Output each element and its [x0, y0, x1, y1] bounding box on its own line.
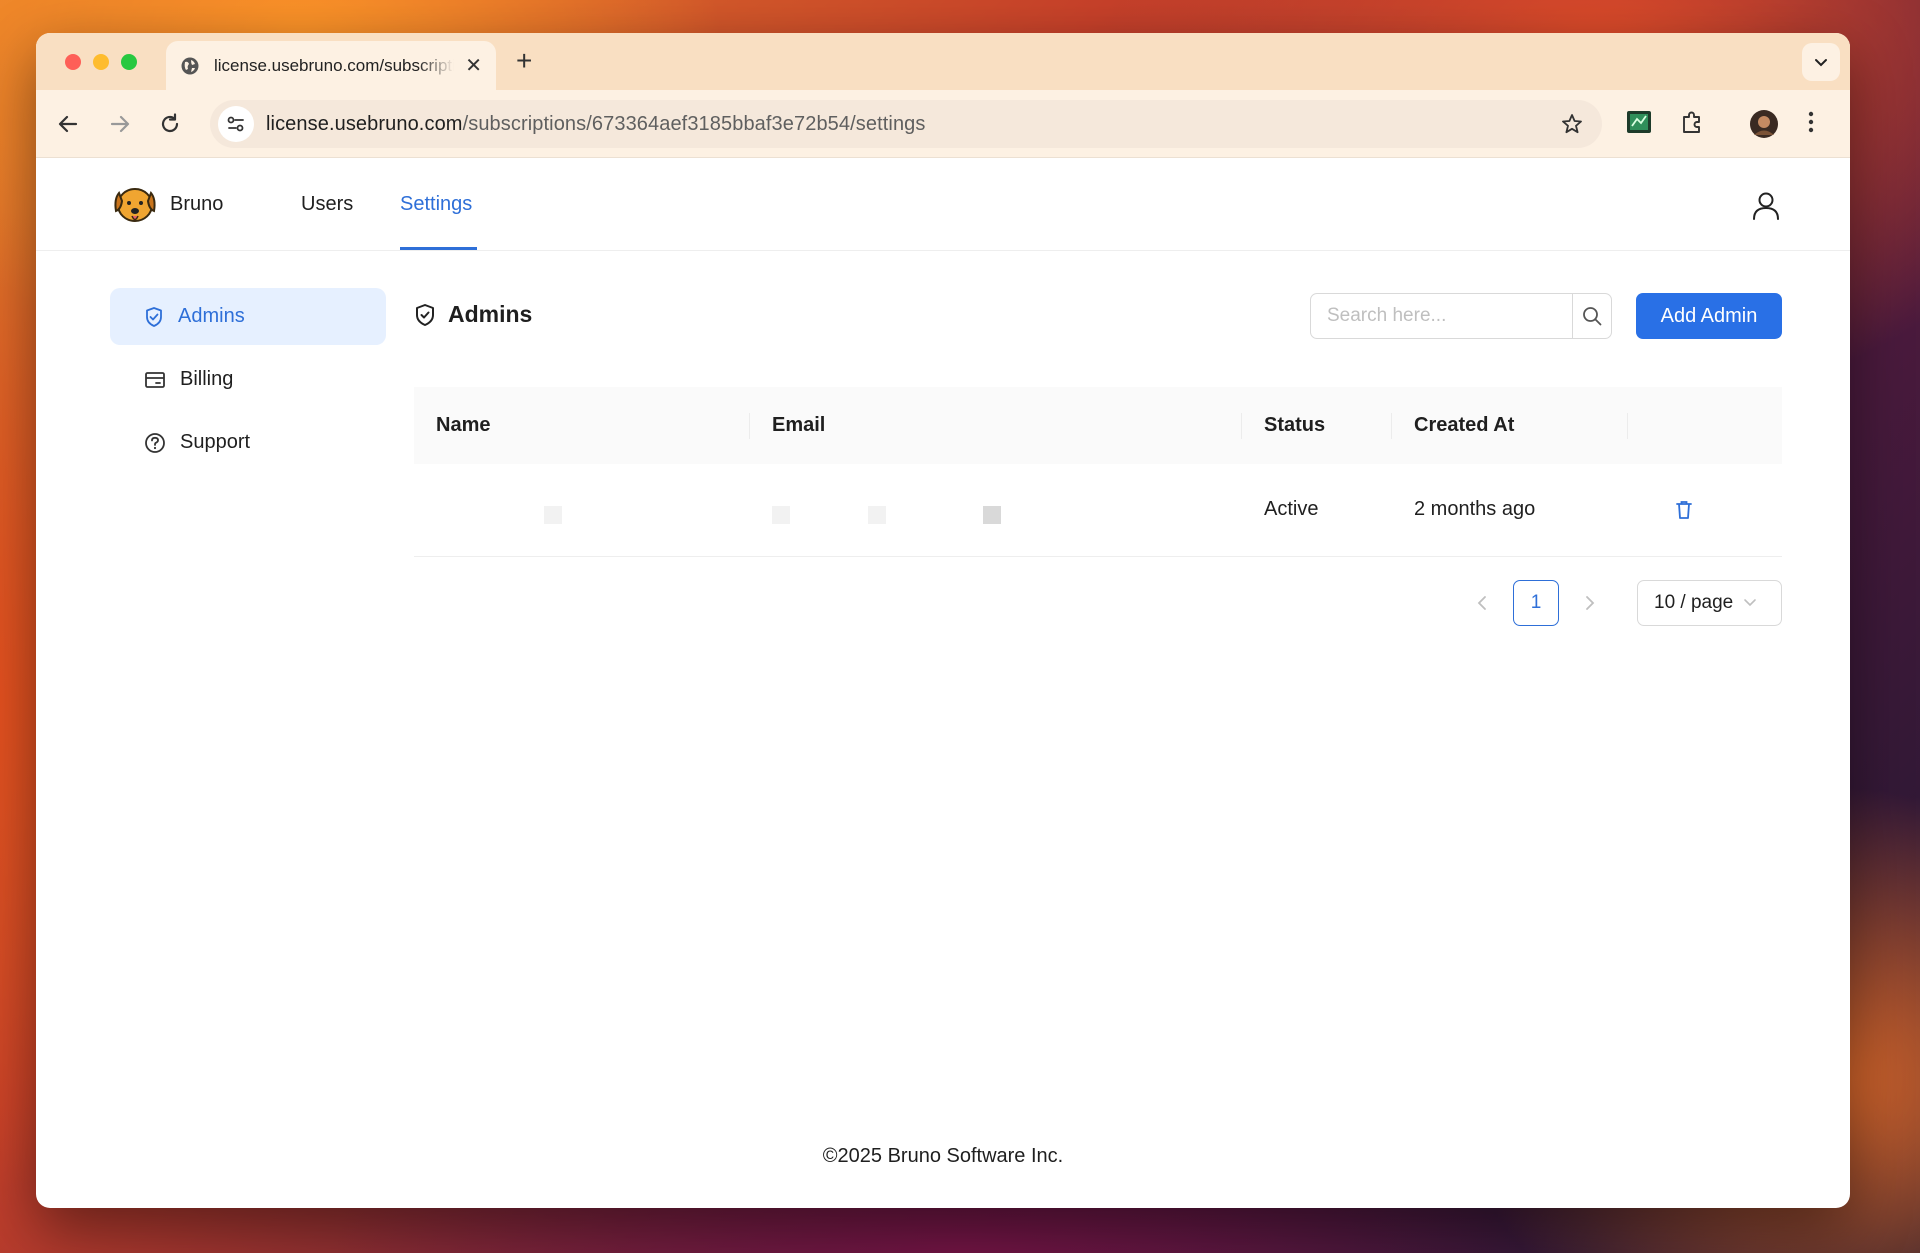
column-header-actions: [1628, 387, 1782, 464]
browser-menu-button[interactable]: [1806, 109, 1816, 135]
sidebar-item-support[interactable]: Support: [110, 414, 386, 471]
tune-icon: [227, 116, 244, 132]
column-header-name[interactable]: Name: [414, 387, 750, 464]
add-admin-button[interactable]: Add Admin: [1636, 293, 1782, 339]
chevron-down-icon: [1815, 59, 1827, 67]
next-page-button[interactable]: [1567, 580, 1613, 626]
chevron-right-icon: [1586, 596, 1595, 610]
column-header-email[interactable]: Email: [750, 387, 1242, 464]
chevron-down-icon: [1744, 599, 1757, 607]
column-header-status[interactable]: Status: [1242, 387, 1392, 464]
app-header: Bruno Users Settings: [36, 158, 1850, 251]
active-nav-indicator: [400, 247, 477, 250]
reload-button[interactable]: [156, 110, 184, 138]
panel-title-text: Admins: [448, 301, 533, 327]
redacted-email-part: [983, 505, 1002, 524]
admins-table: Name Email Status Created At Active 2 mo…: [414, 387, 1782, 557]
sidebar-item-billing[interactable]: Billing: [110, 351, 386, 408]
bruno-logo-icon[interactable]: [112, 183, 158, 227]
settings-sidebar: Admins Billing Support: [110, 288, 386, 477]
bookmark-star-icon[interactable]: [1560, 112, 1584, 136]
search-box: [1310, 293, 1612, 339]
redacted-name: [544, 505, 562, 524]
more-vertical-icon: [1808, 111, 1814, 133]
browser-tab[interactable]: license.usebruno.com/subscriptions/67336…: [166, 41, 496, 90]
table-row: Active 2 months ago: [414, 464, 1782, 556]
puzzle-icon: [1683, 111, 1700, 133]
pagination: 1 10 / page: [1459, 580, 1782, 626]
panel-header: Admins Add Admin: [414, 288, 1782, 348]
panel-title: Admins: [414, 301, 532, 328]
close-tab-icon[interactable]: ✕: [465, 53, 482, 78]
sidebar-item-label: Support: [180, 431, 251, 453]
browser-toolbar: license.usebruno.com/subscriptions/67336…: [36, 90, 1850, 158]
redacted-email-part: [772, 505, 790, 524]
prev-page-button[interactable]: [1459, 580, 1505, 626]
cell-email: [750, 464, 1242, 556]
globe-icon: [181, 57, 199, 74]
site-info-button[interactable]: [218, 106, 254, 142]
sidebar-item-label: Billing: [180, 368, 234, 390]
browser-window: license.usebruno.com/subscriptions/67336…: [36, 33, 1850, 1208]
back-button[interactable]: [54, 110, 82, 138]
help-circle-icon: [145, 432, 165, 453]
forward-button[interactable]: [106, 110, 134, 138]
extension-button[interactable]: [1626, 109, 1652, 135]
search-button[interactable]: [1572, 294, 1611, 338]
page-number-button[interactable]: 1: [1513, 580, 1559, 626]
sidebar-item-admins[interactable]: Admins: [110, 288, 386, 345]
close-window-button[interactable]: [65, 54, 81, 70]
cell-created-at: 2 months ago: [1414, 498, 1536, 521]
url-text: license.usebruno.com/subscriptions/67336…: [266, 113, 926, 136]
tab-strip: license.usebruno.com/subscriptions/67336…: [36, 33, 1850, 90]
arrow-right-icon: [110, 115, 130, 133]
url-path: /subscriptions/673364aef3185bbaf3e72b54/…: [462, 112, 926, 135]
nav-settings[interactable]: Settings: [400, 193, 472, 216]
zoom-window-button[interactable]: [121, 54, 137, 70]
tab-title: license.usebruno.com/subscriptions/67336…: [214, 55, 454, 75]
chevron-left-icon: [1477, 596, 1486, 610]
cell-name: [414, 464, 750, 556]
arrow-left-icon: [58, 115, 78, 133]
sidebar-item-label: Admins: [178, 305, 245, 327]
user-account-icon[interactable]: [1752, 191, 1780, 221]
column-header-created-at[interactable]: Created At: [1392, 387, 1628, 464]
minimize-window-button[interactable]: [93, 54, 109, 70]
redacted-email-part: [867, 505, 886, 524]
credit-card-icon: [145, 371, 165, 388]
window-controls: [65, 54, 137, 70]
tab-search-button[interactable]: [1802, 43, 1840, 81]
footer-copyright: ©2025 Bruno Software Inc.: [822, 1145, 1064, 1167]
page-size-value: 10 / page: [1654, 592, 1734, 613]
avatar-icon: [1750, 110, 1778, 138]
table-header-row: Name Email Status Created At: [414, 387, 1782, 464]
new-tab-button[interactable]: +: [516, 45, 532, 77]
url-host: license.usebruno.com: [266, 112, 463, 135]
brand-name: Bruno: [170, 193, 224, 215]
admins-panel: Admins Add Admin Name Email Status Creat…: [414, 288, 1782, 626]
nav-users[interactable]: Users: [301, 193, 353, 216]
extension-screen-icon: [1627, 111, 1651, 133]
cell-actions: [1628, 464, 1782, 556]
search-icon: [1583, 307, 1602, 326]
extensions-button[interactable]: [1679, 109, 1705, 135]
shield-check-icon: [146, 306, 162, 327]
reload-icon: [161, 113, 179, 133]
search-input[interactable]: [1311, 294, 1572, 338]
cell-status: Active: [1264, 498, 1319, 521]
delete-trash-icon[interactable]: [1674, 499, 1694, 521]
shield-check-icon: [416, 303, 434, 326]
address-bar[interactable]: license.usebruno.com/subscriptions/67336…: [210, 100, 1602, 148]
profile-avatar[interactable]: [1749, 109, 1779, 139]
page-size-select[interactable]: 10 / page: [1637, 580, 1782, 626]
